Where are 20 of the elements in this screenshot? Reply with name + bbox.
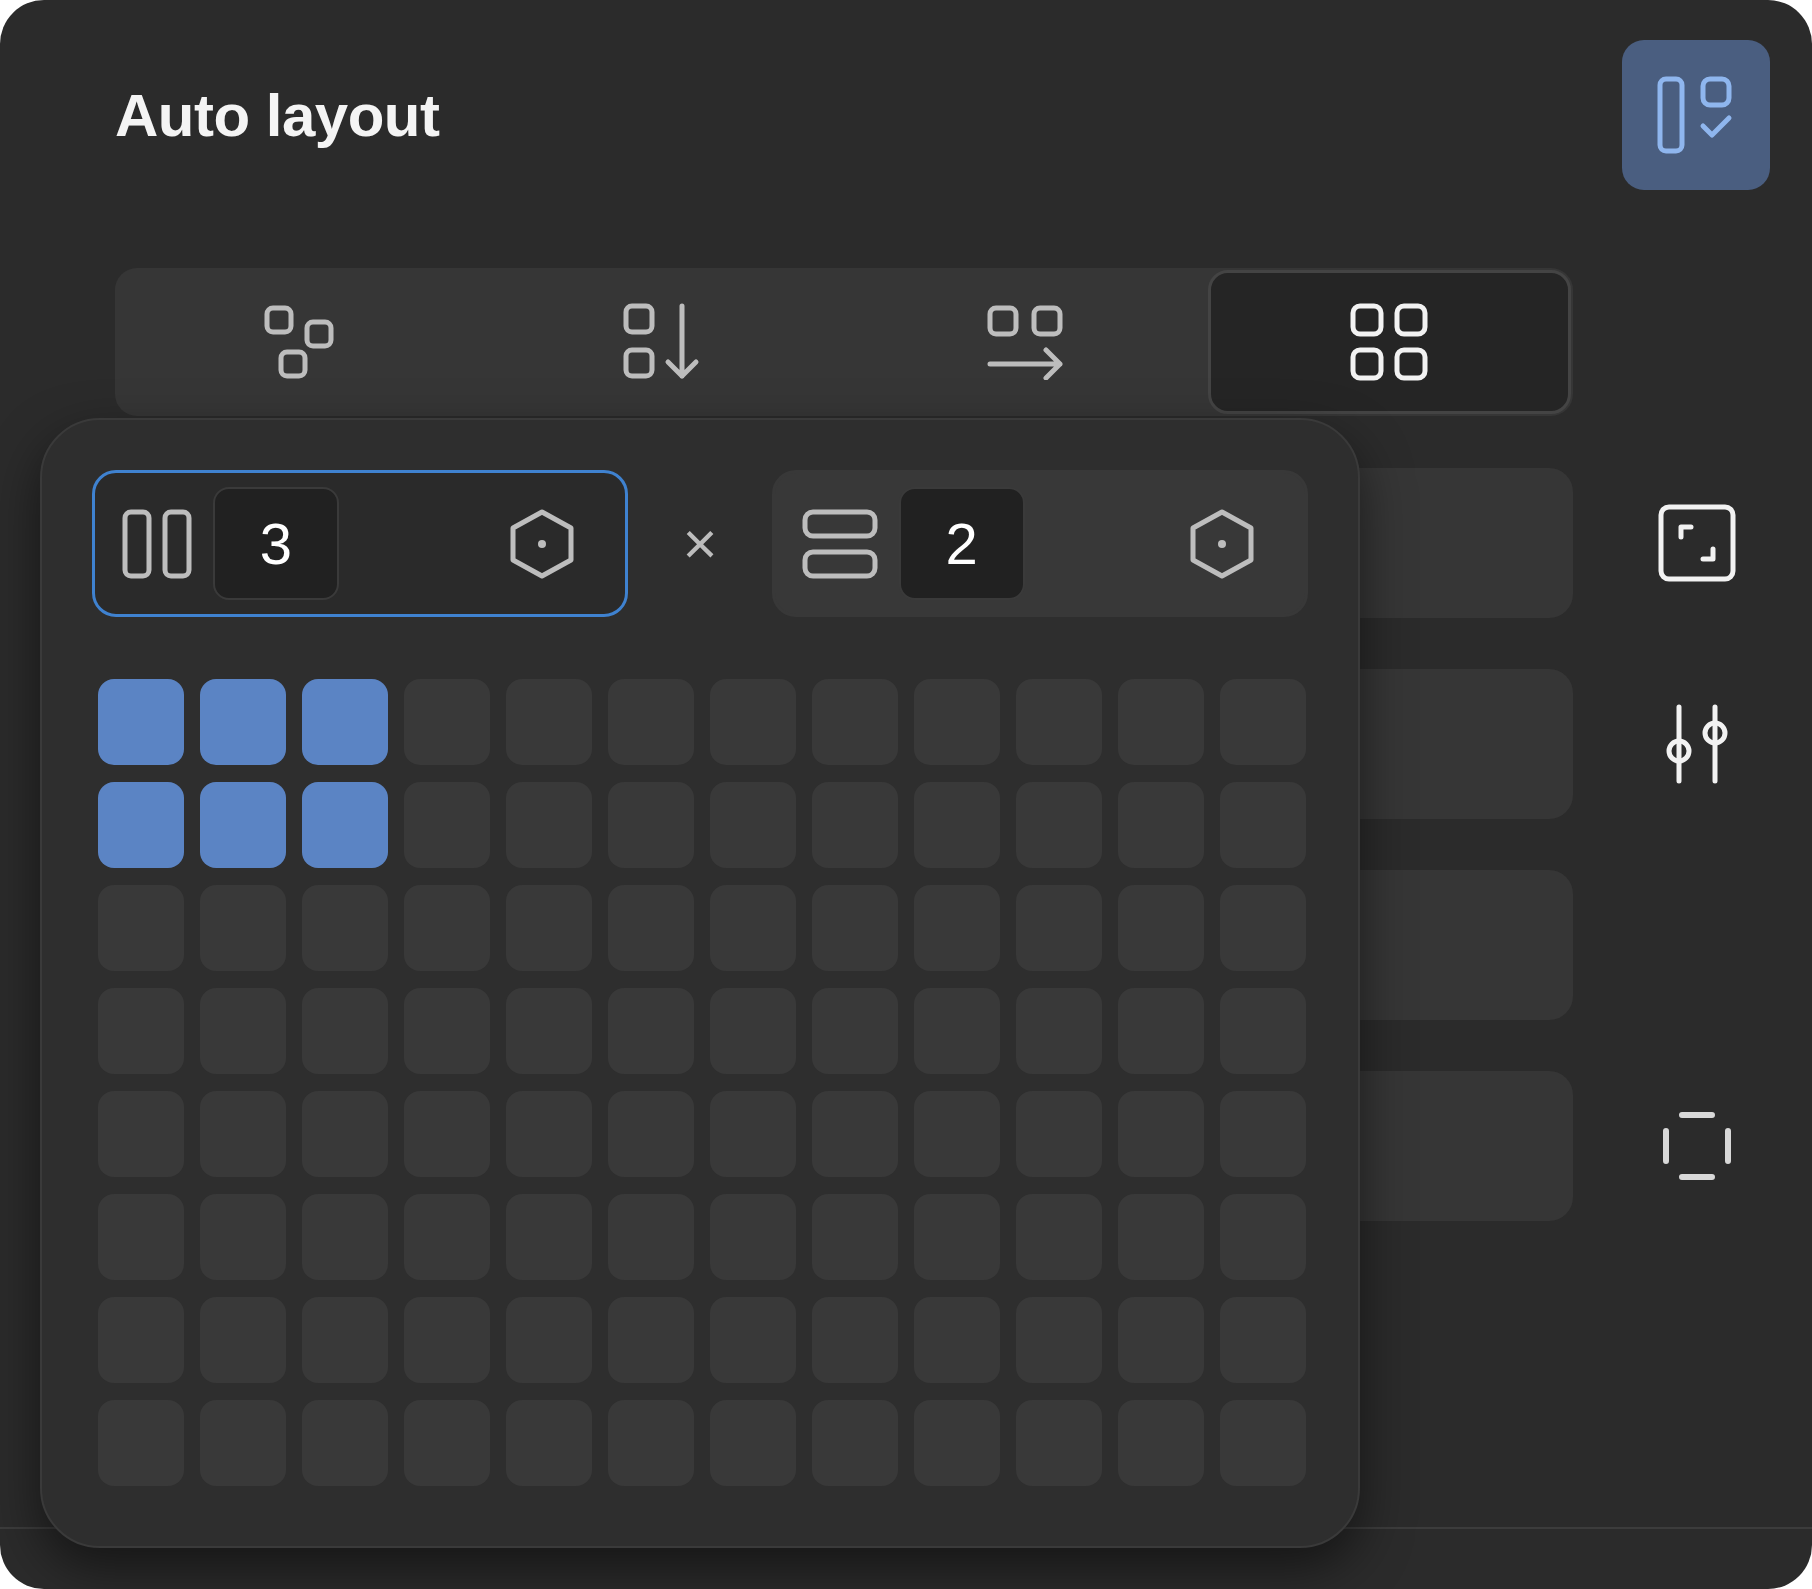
columns-field[interactable]: 3: [92, 470, 629, 617]
rows-field[interactable]: 2: [771, 470, 1308, 617]
rows-input[interactable]: 2: [898, 487, 1025, 600]
panel-title: Auto layout: [115, 80, 440, 150]
layout-mode-tab[interactable]: [1207, 270, 1571, 414]
horizontal-stack-arrow-icon: [985, 304, 1066, 380]
grid-cell[interactable]: [200, 679, 286, 765]
resize-frame-icon[interactable]: [1656, 503, 1737, 583]
scattered-squares-icon: [262, 304, 335, 380]
grid-cell[interactable]: [302, 782, 388, 868]
grid-cell[interactable]: [302, 679, 388, 765]
grid-icon: [1349, 302, 1430, 382]
columns-icon: [121, 507, 193, 580]
grid-cell[interactable]: [200, 782, 286, 868]
grid-cell[interactable]: [98, 782, 184, 868]
times-sign: ×: [681, 509, 719, 578]
layout-toggle-button[interactable]: [1622, 40, 1770, 190]
grid-cell[interactable]: [98, 679, 184, 765]
rows-icon: [800, 507, 879, 580]
columns-input[interactable]: 3: [213, 487, 339, 600]
